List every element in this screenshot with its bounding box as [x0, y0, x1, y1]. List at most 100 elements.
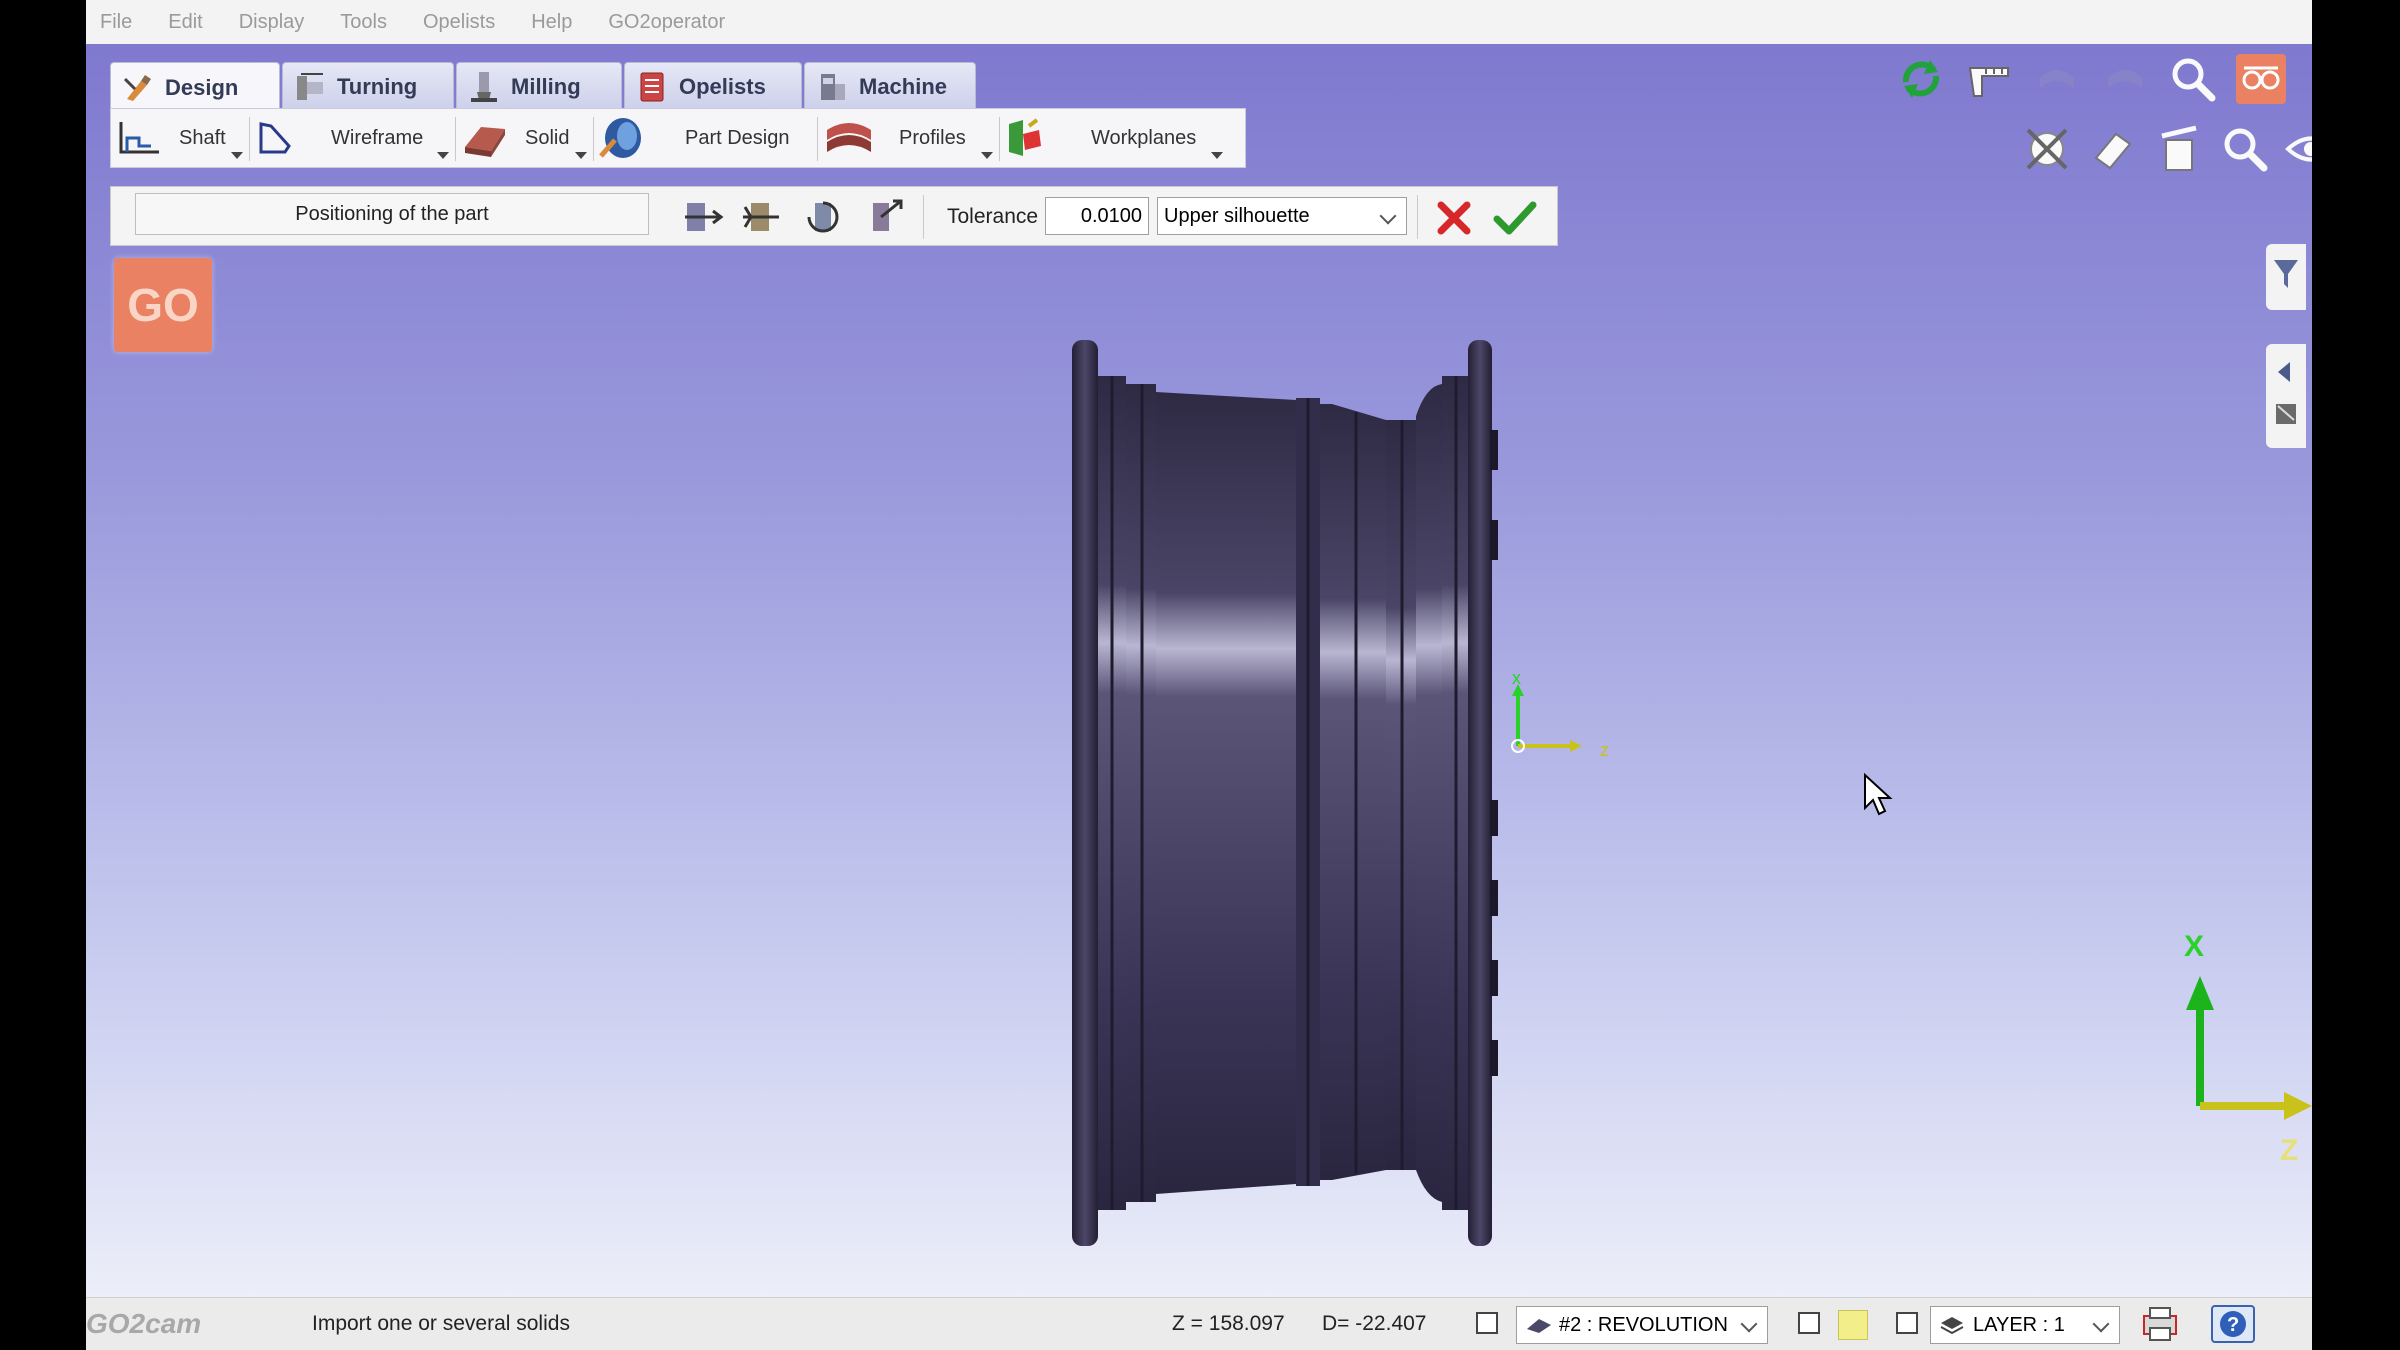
zoom-icon[interactable]: [2166, 52, 2220, 106]
layer-select[interactable]: LAYER : 1: [1930, 1306, 2120, 1344]
ribbon-separator: [249, 117, 250, 161]
menu-file[interactable]: File: [100, 11, 132, 34]
wireframe-dropdown-icon[interactable]: [437, 152, 449, 159]
help-icon[interactable]: ?: [2210, 1304, 2256, 1344]
axis-z-label: Z: [2280, 1134, 2298, 1167]
status-hint: Import one or several solids: [312, 1312, 570, 1335]
revolution-select[interactable]: #2 : REVOLUTION: [1516, 1306, 1768, 1344]
axis-indicator: X Z: [2184, 930, 2312, 1167]
solid-button[interactable]: Solid: [461, 115, 589, 161]
menu-go2operator[interactable]: GO2operator: [608, 11, 725, 34]
axis-x-label: X: [2184, 930, 2204, 963]
opelists-icon: [640, 72, 664, 101]
mouse-cursor-icon: [1864, 772, 1893, 816]
part-design-button[interactable]: Part Design: [597, 115, 813, 161]
shaft-button[interactable]: Shaft: [117, 115, 245, 161]
design-icon: [123, 74, 151, 101]
ribbon-separator: [593, 117, 594, 161]
confirm-button[interactable]: [1489, 193, 1539, 243]
tab-design[interactable]: Design: [110, 62, 280, 112]
wheel-rim-part[interactable]: [966, 280, 1566, 1260]
origin-triad: x z: [1511, 670, 1609, 760]
menu-opelists[interactable]: Opelists: [423, 11, 495, 34]
chevron-down-icon: [1379, 207, 1397, 225]
tab-machine-label: Machine: [859, 73, 948, 99]
chevron-down-icon: [1740, 1315, 1758, 1333]
shaft-label: Shaft: [179, 126, 226, 149]
toolbar-separator: [1417, 195, 1418, 239]
redo-icon[interactable]: [2098, 52, 2152, 106]
wireframe-button[interactable]: Wireframe: [255, 115, 451, 161]
tab-machine[interactable]: Machine: [804, 62, 976, 110]
layer-selected: LAYER : 1: [1973, 1314, 2065, 1336]
refresh-icon[interactable]: [1894, 52, 1948, 106]
profiles-icon: [827, 123, 871, 152]
tab-turning-label: Turning: [337, 73, 418, 99]
ribbon-separator: [817, 117, 818, 161]
wireframe-label: Wireframe: [331, 126, 424, 149]
3d-viewport[interactable]: Design Turning Milling Opelists Machine …: [86, 44, 2312, 1297]
undo-icon[interactable]: [2030, 52, 2084, 106]
tab-milling[interactable]: Milling: [456, 62, 622, 110]
go-logo[interactable]: GO: [114, 258, 212, 352]
part-design-icon: [599, 118, 641, 158]
filter-icon: [2274, 260, 2298, 288]
brand-label: GO2cam: [86, 1308, 202, 1339]
workplanes-dropdown-icon[interactable]: [1211, 152, 1223, 159]
tab-opelists[interactable]: Opelists: [624, 62, 802, 110]
positioning-status: Positioning of the part: [135, 193, 649, 235]
printer-icon[interactable]: [2140, 1304, 2180, 1344]
origin-z-label: z: [1600, 740, 1609, 760]
solid-dropdown-icon[interactable]: [575, 152, 587, 159]
menu-tools[interactable]: Tools: [340, 11, 387, 34]
tolerance-input[interactable]: [1045, 197, 1149, 235]
silhouette-select[interactable]: Upper silhouette: [1157, 197, 1407, 235]
silhouette-selected: Upper silhouette: [1164, 205, 1310, 227]
eraser-icon[interactable]: [2086, 122, 2140, 176]
menu-help[interactable]: Help: [531, 11, 572, 34]
z-coordinate: Z = 158.097: [1172, 1312, 1285, 1335]
rotate-part-icon[interactable]: [801, 195, 845, 239]
shaft-dropdown-icon[interactable]: [231, 152, 243, 159]
cancel-button[interactable]: [1431, 195, 1477, 241]
toolbar-separator: [923, 195, 924, 239]
solid-icon: [465, 127, 505, 157]
view-mode-icon[interactable]: [2234, 52, 2288, 106]
tab-turning[interactable]: Turning: [282, 62, 454, 110]
tab-milling-label: Milling: [511, 73, 581, 99]
solid-label: Solid: [525, 126, 570, 149]
chevron-down-icon: [2092, 1315, 2110, 1333]
move-part-icon[interactable]: [863, 195, 907, 239]
collapse-left-icon: [2276, 362, 2296, 424]
status-bar: GO2cam Import one or several solids Z = …: [86, 1297, 2312, 1350]
delete-icon[interactable]: [2152, 122, 2206, 176]
workplanes-button[interactable]: Workplanes: [1003, 115, 1239, 161]
wireframe-icon: [259, 122, 291, 154]
hide-elements-icon[interactable]: [2020, 122, 2074, 176]
visibility-icon[interactable]: [2284, 122, 2312, 176]
positioning-toolbar: Positioning of the part Tolerance Upper …: [110, 186, 1558, 246]
tab-opelists-label: Opelists: [679, 73, 766, 99]
profiles-label: Profiles: [899, 126, 966, 149]
shaft-icon: [119, 122, 159, 154]
menu-edit[interactable]: Edit: [168, 11, 202, 34]
color-checkbox[interactable]: [1798, 1312, 1820, 1334]
revolution-selected: #2 : REVOLUTION: [1559, 1314, 1728, 1336]
part-design-label: Part Design: [685, 126, 790, 149]
workplanes-label: Workplanes: [1091, 126, 1197, 149]
layer-checkbox[interactable]: [1896, 1312, 1918, 1334]
origin-x-label: x: [1512, 670, 1521, 688]
revolution-checkbox[interactable]: [1476, 1312, 1498, 1334]
machine-icon: [821, 73, 845, 100]
flip-part-icon[interactable]: [739, 195, 783, 239]
zoom-window-icon[interactable]: [2218, 122, 2272, 176]
color-swatch[interactable]: [1838, 1310, 1868, 1340]
menu-display[interactable]: Display: [239, 11, 305, 34]
menu-bar: File Edit Display Tools Opelists Help GO…: [86, 0, 2312, 45]
align-axis-icon[interactable]: [681, 195, 725, 239]
side-filter-panel[interactable]: [2266, 244, 2306, 310]
profiles-dropdown-icon[interactable]: [981, 152, 993, 159]
measure-icon[interactable]: [1962, 52, 2016, 106]
side-tool-panel[interactable]: [2266, 344, 2306, 448]
profiles-button[interactable]: Profiles: [823, 115, 995, 161]
